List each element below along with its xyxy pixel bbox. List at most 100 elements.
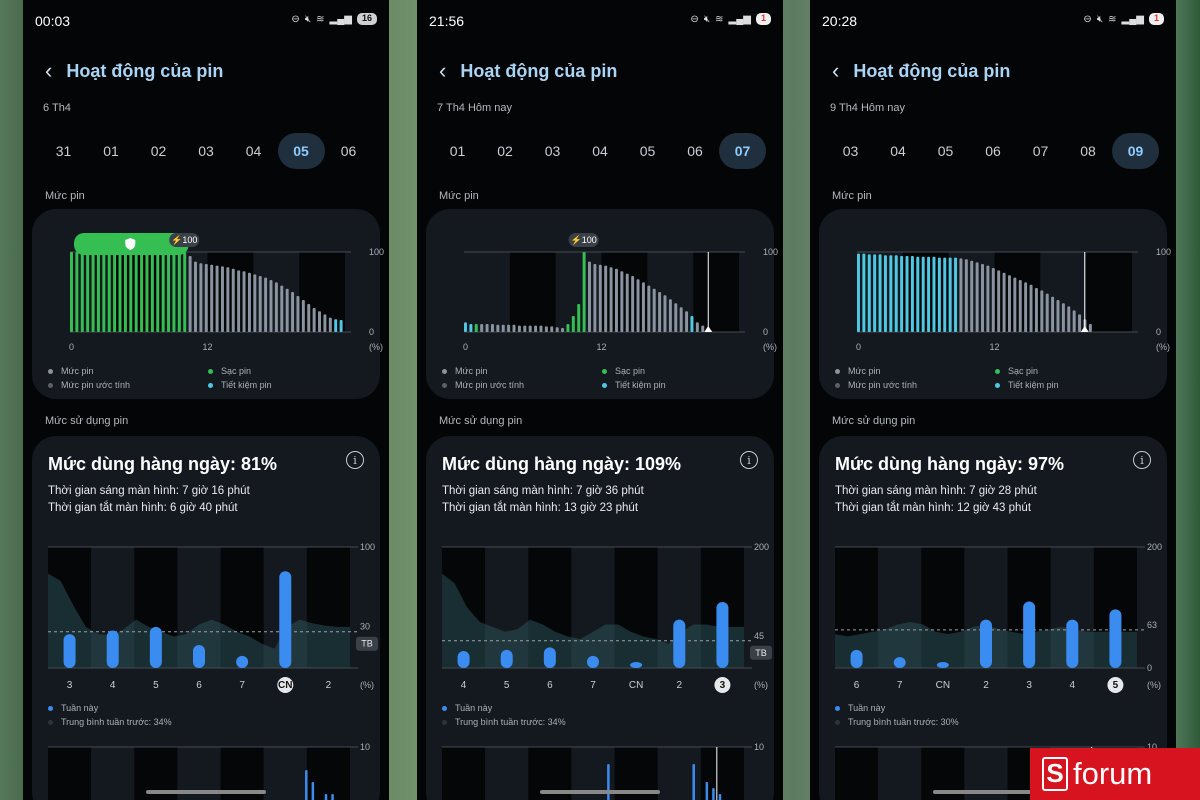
day-tab[interactable]: 04 xyxy=(230,133,277,169)
usage-avg-label: 63 xyxy=(1147,620,1157,630)
battery-bar xyxy=(318,311,322,332)
day-tab[interactable]: 09 xyxy=(1112,133,1159,169)
day-tab[interactable]: 06 xyxy=(672,133,719,169)
battery-bar xyxy=(534,325,538,332)
battery-bar xyxy=(636,279,640,332)
day-tab[interactable]: 01 xyxy=(88,133,135,169)
usage-bar xyxy=(1066,619,1079,668)
chart-column-band xyxy=(601,252,648,332)
battery-bar xyxy=(285,288,289,332)
usage-day-label: 4 xyxy=(1070,680,1076,691)
day-tab[interactable]: 08 xyxy=(1065,133,1112,169)
day-tab[interactable]: 03 xyxy=(183,133,230,169)
day-tab[interactable]: 03 xyxy=(827,133,874,169)
battery-level-section-label: Mức pin xyxy=(439,190,479,202)
usage-bar xyxy=(630,661,643,668)
legend-item-saving: Tiết kiệm pin xyxy=(995,380,1059,390)
legend-label-charging: Sạc pin xyxy=(1008,366,1039,376)
battery-bar xyxy=(1056,300,1060,332)
battery-level-section-label: Mức pin xyxy=(832,190,872,202)
battery-bar xyxy=(1061,303,1065,332)
y-axis-max-label: 100 xyxy=(1156,247,1171,257)
battery-bar xyxy=(194,261,197,332)
battery-bar xyxy=(593,264,597,332)
status-bar: 21:56 ⊖ 🔇︎ ≋ ▂▄▆ 1 xyxy=(429,13,771,29)
legend-dot-estimated xyxy=(48,382,53,388)
phone-screen: 21:56 ⊖ 🔇︎ ≋ ▂▄▆ 1 ‹ Hoạt động của pin 7… xyxy=(417,0,783,800)
battery-bar xyxy=(663,295,667,332)
battery-bar xyxy=(1040,290,1044,332)
battery-bar xyxy=(566,324,570,332)
day-tab[interactable]: 02 xyxy=(135,133,182,169)
battery-icon: 16 xyxy=(356,13,377,25)
status-time: 00:03 xyxy=(35,13,71,29)
battery-bar xyxy=(614,268,618,332)
battery-bar xyxy=(991,268,995,332)
x-axis-label: 12 xyxy=(202,342,212,352)
battery-bar xyxy=(339,320,343,332)
legend-dot-last-week xyxy=(835,719,840,725)
usage-day-label: 5 xyxy=(504,680,510,691)
chart-column-band xyxy=(115,252,162,332)
battery-bar xyxy=(997,270,1001,332)
legend-label-level: Mức pin xyxy=(61,366,94,376)
legend-label-last-week: Trung bình tuần trước: 30% xyxy=(848,717,959,727)
battery-bar xyxy=(177,252,181,332)
sforum-logo: S forum xyxy=(1030,748,1200,800)
usage-day-label: 3 xyxy=(720,680,726,691)
chevron-left-icon[interactable]: ‹ xyxy=(832,60,839,82)
day-tab[interactable]: 07 xyxy=(719,133,766,169)
dnd-icon: ⊖ xyxy=(690,13,699,25)
battery-bar xyxy=(150,252,154,332)
y-axis-min-label: 0 xyxy=(763,327,768,337)
day-tab[interactable]: 06 xyxy=(970,133,1017,169)
day-tab[interactable]: 05 xyxy=(277,133,325,169)
legend-label-charging: Sạc pin xyxy=(221,366,252,376)
y-axis-unit-label: (%) xyxy=(1156,342,1170,352)
battery-bar xyxy=(474,324,478,332)
battery-bar xyxy=(296,296,300,332)
x-axis-label: 12 xyxy=(989,342,999,352)
usage-day-label: 6 xyxy=(547,680,553,691)
usage-bar xyxy=(850,649,863,668)
wifi-icon: ≋ xyxy=(1108,13,1117,25)
battery-icon: 1 xyxy=(755,13,771,25)
y-axis-min-label: 0 xyxy=(1156,327,1161,337)
usage-bar xyxy=(193,645,205,668)
battery-bar xyxy=(577,304,581,332)
day-tab[interactable]: 04 xyxy=(577,133,624,169)
day-tab[interactable]: 31 xyxy=(40,133,87,169)
day-tab[interactable]: 02 xyxy=(482,133,529,169)
legend-item-charging: Sạc pin xyxy=(208,366,251,376)
y-axis-max-label: 100 xyxy=(369,247,384,257)
legend-dot-last-week xyxy=(48,719,53,725)
battery-bar xyxy=(258,276,262,332)
chart-column-band xyxy=(693,252,739,332)
battery-bar xyxy=(910,256,914,332)
battery-bar xyxy=(647,285,651,332)
usage-bar xyxy=(1023,601,1036,668)
day-tab[interactable]: 04 xyxy=(875,133,922,169)
battery-level-chart: 100 0 (%) 0 12 xyxy=(856,247,1171,352)
chevron-left-icon[interactable]: ‹ xyxy=(45,60,52,82)
day-tab[interactable]: 06 xyxy=(325,133,372,169)
home-indicator[interactable] xyxy=(146,790,266,794)
day-tab[interactable]: 05 xyxy=(624,133,671,169)
dnd-icon: ⊖ xyxy=(1083,13,1092,25)
battery-bar xyxy=(140,252,144,332)
day-tab[interactable]: 01 xyxy=(434,133,481,169)
usage-day-label: 2 xyxy=(983,680,989,691)
home-indicator[interactable] xyxy=(540,790,660,794)
battery-bar xyxy=(199,263,203,332)
usage-day-label: CN xyxy=(629,680,643,691)
legend-item-last-week: Trung bình tuần trước: 30% xyxy=(835,717,959,727)
legend-dot-saving xyxy=(602,382,607,388)
legend-label-this-week: Tuần này xyxy=(61,703,99,713)
usage-bar xyxy=(500,649,513,668)
day-tab[interactable]: 03 xyxy=(529,133,576,169)
day-tab[interactable]: 07 xyxy=(1017,133,1064,169)
chevron-left-icon[interactable]: ‹ xyxy=(439,60,446,82)
y-axis-min-label: 0 xyxy=(369,327,374,337)
usage-day-label: 5 xyxy=(1113,680,1119,691)
day-tab[interactable]: 05 xyxy=(922,133,969,169)
